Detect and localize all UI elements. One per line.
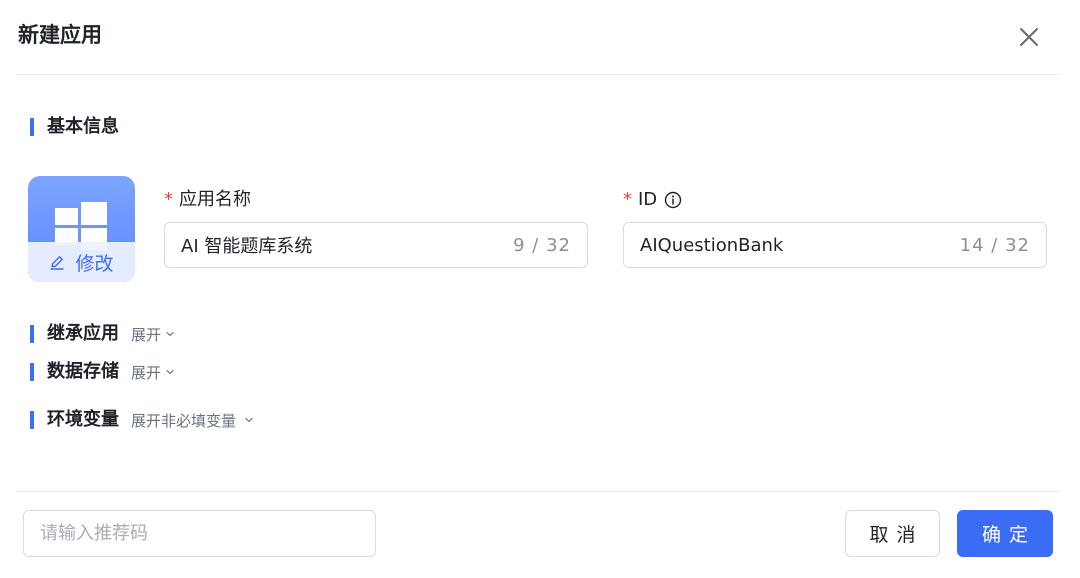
data-storage-expand-toggle[interactable]: 展开 xyxy=(131,362,175,383)
section-env-vars: 环境变量 展开非必填变量 xyxy=(30,407,254,433)
app-name-value: AI 智能题库系统 xyxy=(181,236,313,257)
expand-label: 展开 xyxy=(131,325,162,344)
chevron-down-icon xyxy=(166,331,174,337)
header-divider xyxy=(16,74,1060,75)
new-app-dialog: 新建应用 基本信息 修改 * 应用名称 AI 智能题库系统 9 / 32 * I… xyxy=(0,0,1080,578)
section-title-env-vars: 环境变量 xyxy=(47,409,119,430)
edit-icon-button[interactable]: 修改 xyxy=(28,242,135,282)
section-accent-bar xyxy=(30,363,34,381)
section-basic-info: 基本信息 xyxy=(30,114,119,140)
section-accent-bar xyxy=(30,411,34,429)
section-data-storage: 数据存储 展开 xyxy=(30,359,175,385)
section-inherit-app: 继承应用 展开 xyxy=(30,321,175,347)
cancel-button[interactable]: 取消 xyxy=(845,510,940,557)
referral-code-input[interactable] xyxy=(23,510,376,557)
edit-icon-label: 修改 xyxy=(75,252,114,275)
inherit-app-expand-toggle[interactable]: 展开 xyxy=(131,324,175,345)
required-mark: * xyxy=(623,189,632,210)
app-name-label: * 应用名称 xyxy=(164,187,251,213)
app-name-input[interactable]: AI 智能题库系统 9 / 32 xyxy=(164,222,588,268)
app-id-label: * ID xyxy=(623,187,682,213)
env-vars-expand-toggle[interactable]: 展开非必填变量 xyxy=(131,410,254,431)
dialog-title: 新建应用 xyxy=(18,23,102,47)
footer-divider xyxy=(16,491,1060,492)
section-title-data-storage: 数据存储 xyxy=(47,361,119,382)
section-title-inherit-app: 继承应用 xyxy=(47,323,119,344)
app-id-input[interactable]: AIQuestionBank 14 / 32 xyxy=(623,222,1047,268)
section-title-basic-info: 基本信息 xyxy=(47,116,119,137)
pencil-icon xyxy=(50,256,65,270)
required-mark: * xyxy=(164,189,173,210)
app-id-value: AIQuestionBank xyxy=(640,234,784,256)
confirm-button[interactable]: 确定 xyxy=(957,510,1053,557)
close-icon xyxy=(1020,28,1038,46)
app-id-label-text: ID xyxy=(638,189,658,210)
app-name-label-text: 应用名称 xyxy=(179,189,251,210)
expand-label: 展开 xyxy=(131,363,162,382)
close-button[interactable] xyxy=(1014,22,1044,52)
section-accent-bar xyxy=(30,118,34,136)
app-name-char-counter: 9 / 32 xyxy=(513,234,571,256)
chevron-down-icon xyxy=(245,417,253,423)
dialog-header: 新建应用 xyxy=(0,0,1080,74)
expand-optional-vars-label: 展开非必填变量 xyxy=(131,411,237,430)
info-icon[interactable] xyxy=(664,191,682,209)
app-icon[interactable]: 修改 xyxy=(28,176,135,282)
chevron-down-icon xyxy=(166,369,174,375)
app-id-char-counter: 14 / 32 xyxy=(959,234,1030,256)
section-accent-bar xyxy=(30,325,34,343)
